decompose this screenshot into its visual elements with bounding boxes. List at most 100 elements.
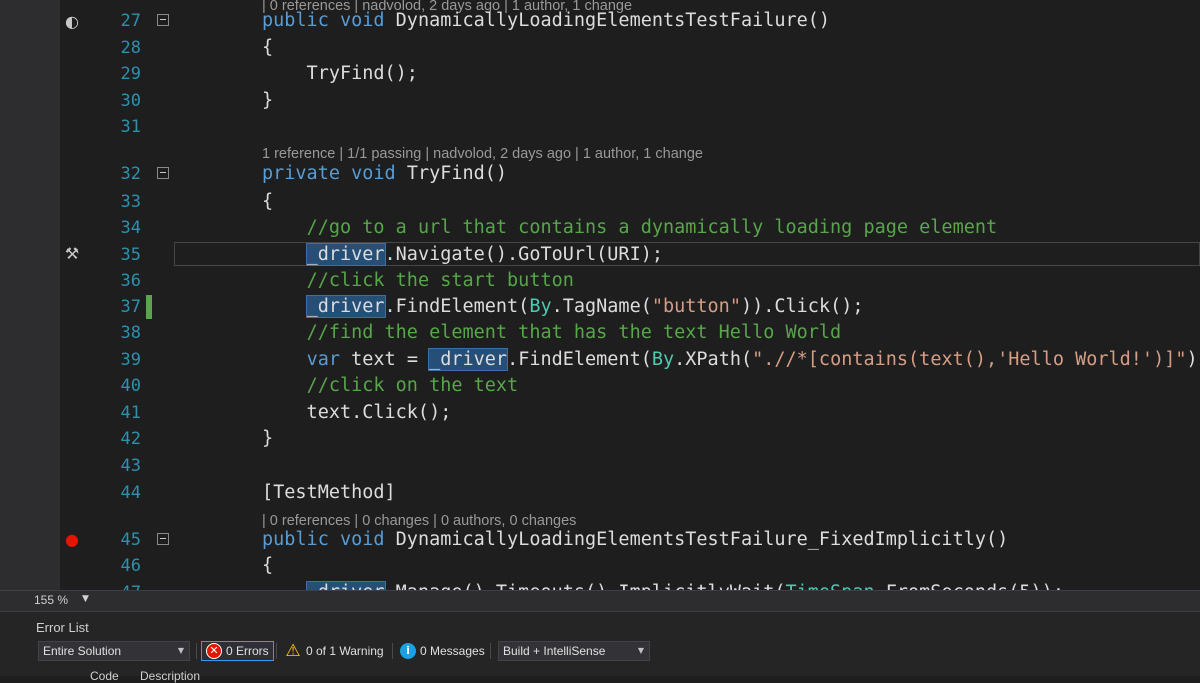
code-token: .FindElement( xyxy=(384,296,530,317)
line-number: 31 xyxy=(120,117,141,137)
zoom-bar: 155 % ▼ xyxy=(0,590,1200,611)
code-token: { xyxy=(262,37,274,58)
chevron-down-icon: ▼ xyxy=(177,646,184,655)
test-failed-icon[interactable]: ● xyxy=(62,530,82,550)
code-line[interactable]: 30} xyxy=(0,88,1200,114)
line-number: 30 xyxy=(120,91,141,111)
code-token: .XPath( xyxy=(674,349,753,370)
code-line[interactable]: 33 { xyxy=(0,189,1200,215)
code-line[interactable]: 35 _driver.Navigate().GoToUrl(URI); xyxy=(0,242,1200,268)
code-token: TryFind() xyxy=(406,163,508,184)
highlighted-reference: _driver xyxy=(305,581,386,590)
line-number: 43 xyxy=(120,456,141,476)
code-token: //click on the text xyxy=(306,375,519,396)
code-text[interactable]: public void DynamicallyLoadingElementsTe… xyxy=(262,527,1008,553)
messages-count: 0 Messages xyxy=(420,644,485,658)
highlighted-reference: _driver xyxy=(305,243,386,266)
zoom-dropdown-icon[interactable]: ▼ xyxy=(82,594,89,604)
collapse-icon[interactable] xyxy=(157,533,169,545)
code-token: TryFind(); xyxy=(262,63,418,84)
error-icon: ✕ xyxy=(206,643,222,659)
scope-dropdown[interactable]: Entire Solution ▼ xyxy=(38,641,190,661)
code-token: DynamicallyLoadingElementsTestFailure() xyxy=(395,10,831,31)
code-token: //find the element that has the text Hel… xyxy=(306,322,842,343)
code-line[interactable]: 32 private void TryFind() xyxy=(0,161,1200,187)
code-line[interactable]: 31 xyxy=(0,114,1200,140)
collapse-icon[interactable] xyxy=(157,167,169,179)
code-line[interactable]: 45 public void DynamicallyLoadingElements… xyxy=(0,527,1200,553)
code-token: .Navigate().GoToUrl(URI); xyxy=(384,244,663,265)
code-token: DynamicallyLoadingElementsTestFailure_Fi… xyxy=(395,529,1009,550)
code-text[interactable]: } xyxy=(262,426,273,452)
messages-filter-button[interactable]: i 0 Messages xyxy=(396,641,489,661)
code-token: text = xyxy=(351,349,430,370)
highlighted-reference: _driver xyxy=(428,348,509,371)
line-number: 29 xyxy=(120,64,141,84)
code-text[interactable]: //click on the text xyxy=(262,373,519,399)
code-text[interactable]: _driver.Navigate().GoToUrl(URI); xyxy=(262,242,663,268)
code-text[interactable]: _driver.Manage().Timeouts().ImplicitlyWa… xyxy=(262,580,1064,590)
build-filter-value: Build + IntelliSense xyxy=(503,644,606,658)
code-text[interactable]: text.Click(); xyxy=(262,400,452,426)
code-text[interactable]: { xyxy=(262,553,273,579)
warnings-filter-button[interactable]: ⚠ 0 of 1 Warning xyxy=(280,641,388,661)
code-text[interactable]: //find the element that has the text Hel… xyxy=(262,320,842,346)
code-line[interactable]: 27 public void DynamicallyLoadingElements… xyxy=(0,8,1200,34)
code-line[interactable]: 43 xyxy=(0,453,1200,479)
code-line[interactable]: 38 //find the element that has the text … xyxy=(0,320,1200,346)
code-line[interactable]: 36 //click the start button xyxy=(0,268,1200,294)
code-line[interactable]: 40 //click on the text xyxy=(0,373,1200,399)
line-number: 45 xyxy=(120,530,141,550)
warning-icon: ⚠ xyxy=(285,641,301,661)
errors-filter-button[interactable]: ✕ 0 Errors xyxy=(201,641,274,661)
code-text[interactable]: public void DynamicallyLoadingElementsTe… xyxy=(262,8,830,34)
code-token: private xyxy=(262,163,352,184)
column-code[interactable]: Code xyxy=(90,669,119,683)
code-line[interactable]: 47 _driver.Manage().Timeouts().Implicitl… xyxy=(0,580,1200,590)
code-line[interactable]: 46 { xyxy=(0,553,1200,579)
code-text[interactable]: _driver.FindElement(By.TagName("button")… xyxy=(262,294,864,320)
code-text[interactable]: { xyxy=(262,189,273,215)
code-token: .Manage().Timeouts().ImplicitlyWait( xyxy=(385,582,786,590)
code-line[interactable]: 34 //go to a url that contains a dynamic… xyxy=(0,215,1200,241)
build-filter-dropdown[interactable]: Build + IntelliSense ▼ xyxy=(498,641,650,661)
code-line[interactable]: 29 TryFind(); xyxy=(0,61,1200,87)
code-line[interactable]: 28 { xyxy=(0,35,1200,61)
zoom-level[interactable]: 155 % xyxy=(34,593,68,607)
code-text[interactable]: //click the start button xyxy=(262,268,574,294)
code-token: .FindElement( xyxy=(507,349,652,370)
code-line[interactable]: 41 text.Click(); xyxy=(0,400,1200,426)
code-token: TimeSpan xyxy=(786,582,875,590)
line-number: 35 xyxy=(120,245,141,265)
line-number: 41 xyxy=(120,403,141,423)
code-line[interactable]: 37 _driver.FindElement(By.TagName("butto… xyxy=(0,294,1200,320)
collapse-icon[interactable] xyxy=(157,14,169,26)
code-text[interactable]: [TestMethod] xyxy=(262,480,396,506)
code-token: { xyxy=(262,191,274,212)
toolbar-divider xyxy=(490,643,491,659)
code-text[interactable]: //go to a url that contains a dynamicall… xyxy=(262,215,998,241)
hammer-icon[interactable]: ⚒ xyxy=(62,244,82,264)
line-number: 46 xyxy=(120,556,141,576)
code-text[interactable]: private void TryFind() xyxy=(262,161,507,187)
line-number: 27 xyxy=(120,11,141,31)
code-token: "button" xyxy=(651,296,741,317)
code-token: void xyxy=(351,163,407,184)
code-token: var xyxy=(306,349,352,370)
code-text[interactable]: var text = _driver.FindElement(By.XPath(… xyxy=(262,347,1198,373)
column-description[interactable]: Description xyxy=(140,669,200,683)
code-editor[interactable]: | 0 references | nadvolod, 2 days ago | … xyxy=(0,0,1200,590)
code-line[interactable]: 42} xyxy=(0,426,1200,452)
code-text[interactable]: TryFind(); xyxy=(262,61,418,87)
code-text[interactable]: { xyxy=(262,35,273,61)
test-status-icon[interactable]: ◐ xyxy=(62,12,82,32)
code-line[interactable]: 44 [TestMethod] xyxy=(0,480,1200,506)
code-text[interactable]: } xyxy=(262,88,273,114)
code-token: By xyxy=(651,349,675,370)
line-number: 37 xyxy=(120,297,141,317)
code-line[interactable]: 39 var text = _driver.FindElement(By.XPa… xyxy=(0,347,1200,373)
error-list-toolbar: Entire Solution ▼ ✕ 0 Errors ⚠ 0 of 1 Wa… xyxy=(0,639,1200,665)
